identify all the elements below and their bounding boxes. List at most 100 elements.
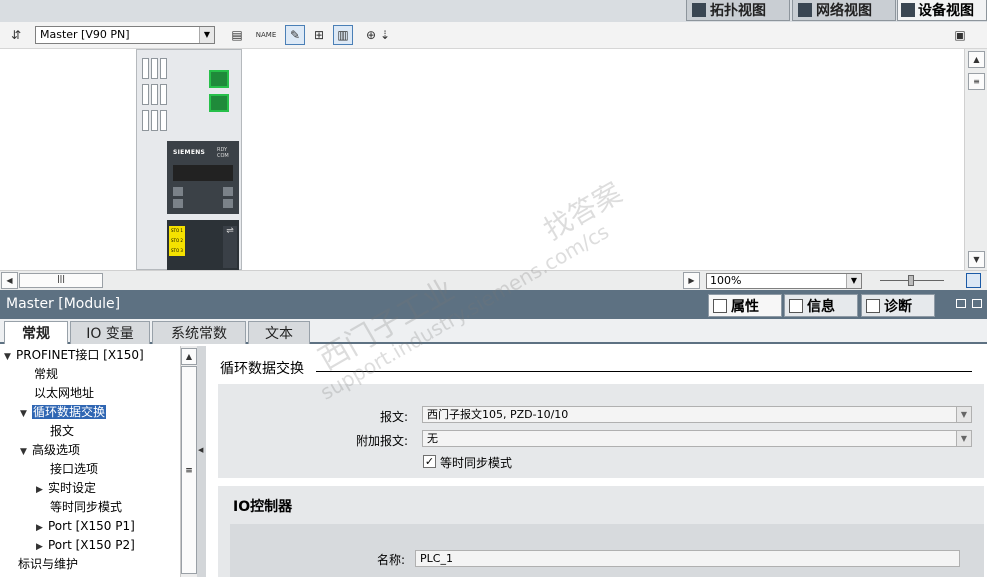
tree-node-isochronous-mode[interactable]: 等时同步模式 xyxy=(50,498,122,517)
drive-module[interactable]: SIEMENS RDY COM STO 1 STO 2 STO 3 ⇌ xyxy=(136,49,242,270)
tree-scrollbar[interactable]: ▲ ≡ xyxy=(180,346,197,577)
device-select[interactable]: Master [V90 PN] ▼ xyxy=(35,26,215,44)
vent-slot xyxy=(160,110,167,131)
chevron-down-icon[interactable]: ▼ xyxy=(956,407,971,422)
sto-label: STO 3 xyxy=(171,248,183,253)
controller-name-value: PLC_1 xyxy=(420,552,453,565)
pen-icon[interactable]: ✎ xyxy=(285,25,305,45)
property-navigation-tree: ▼ PROFINET接口 [X150] 常规 以太网地址 ▼ 循环数据交换 报文 ▼… xyxy=(0,346,180,577)
tab-topology-view[interactable]: 拓扑视图 xyxy=(686,0,790,21)
tree-node-profinet-interface[interactable]: ▼ PROFINET接口 [X150] xyxy=(4,346,144,365)
cyclic-settings-group: 报文: 西门子报文105, PZD-10/10 ▼ 附加报文: 无 ▼ ✓ 等时… xyxy=(218,384,984,478)
tab-label: 拓扑视图 xyxy=(710,3,766,19)
extra-telegram-label: 附加报文: xyxy=(355,434,408,448)
panel-button xyxy=(223,199,233,208)
telegram-label: 报文: xyxy=(379,410,408,424)
expand-toggle-icon[interactable]: ▼ xyxy=(4,348,16,367)
device-select-value: Master [V90 PN] xyxy=(40,28,130,41)
control-panel: SIEMENS RDY COM xyxy=(167,141,239,214)
properties-icon xyxy=(713,298,727,313)
overview-icon[interactable]: ▣ xyxy=(950,25,970,45)
profinet-port-p1[interactable] xyxy=(209,70,229,88)
isochronous-checkbox[interactable]: ✓ xyxy=(423,455,436,468)
grid-icon[interactable]: ⊞ xyxy=(309,25,329,45)
tree-node-label: 等时同步模式 xyxy=(50,500,123,514)
name-tag-icon[interactable]: NAME xyxy=(256,25,277,45)
vent-slot xyxy=(151,84,158,105)
tree-node-telegram[interactable]: 报文 xyxy=(50,422,74,441)
controller-name-field: PLC_1 xyxy=(415,550,960,567)
tree-node-port-p1[interactable]: ▶ Port [X150 P1] xyxy=(36,517,135,536)
status-leds: RDY COM xyxy=(217,147,229,159)
scroll-left-icon[interactable]: ◀ xyxy=(1,272,18,289)
scroll-up-icon[interactable]: ▲ xyxy=(181,348,197,365)
tree-node-realtime-settings[interactable]: ▶ 实时设定 xyxy=(36,479,96,498)
subtab-texts[interactable]: 文本 xyxy=(248,321,310,344)
name-label: 名称: xyxy=(376,553,405,567)
scroll-thumb[interactable]: ≡ xyxy=(181,366,197,574)
tree-node-label: 以太网地址 xyxy=(34,386,95,400)
diagnostics-icon xyxy=(866,298,880,313)
tree-node-general[interactable]: 常规 xyxy=(34,365,58,384)
tree-node-advanced-options[interactable]: ▼ 高级选项 xyxy=(20,441,80,460)
io-connector-panel: STO 1 STO 2 STO 3 ⇌ xyxy=(167,220,239,270)
table-view-icon[interactable]: ▤ xyxy=(227,25,247,45)
columns-icon[interactable]: ▥ xyxy=(333,25,353,45)
vent-slot xyxy=(142,84,149,105)
canvas-horizontal-scrollbar[interactable]: ◀ ||| ▶ 100% ▼ xyxy=(0,270,987,290)
download-icon[interactable]: ⇣ xyxy=(378,25,392,45)
inspector-header: Master [Module] 属性 信息 诊断 xyxy=(0,290,987,319)
profinet-port-p2[interactable] xyxy=(209,94,229,112)
telegram-value: 西门子报文105, PZD-10/10 xyxy=(427,408,569,421)
tab-info[interactable]: 信息 xyxy=(784,294,858,317)
vent-slot xyxy=(160,84,167,105)
expand-toggle-icon[interactable]: ▼ xyxy=(20,443,32,462)
tree-node-ethernet-address[interactable]: 以太网地址 xyxy=(34,384,94,403)
scroll-thumb[interactable]: ≡ xyxy=(968,73,985,90)
zoom-select[interactable]: 100% ▼ xyxy=(706,273,862,289)
zoom-slider-handle[interactable] xyxy=(908,275,914,286)
chevron-down-icon[interactable]: ▼ xyxy=(199,27,214,43)
tab-device-view[interactable]: 设备视图 xyxy=(897,0,987,21)
scroll-right-icon[interactable]: ▶ xyxy=(683,272,700,289)
chevron-down-icon[interactable]: ▼ xyxy=(846,274,861,288)
io-controller-fields: 名称: PLC_1 xyxy=(230,524,984,577)
subtab-io-tags[interactable]: IO 变量 xyxy=(70,321,150,344)
tab-properties[interactable]: 属性 xyxy=(708,294,782,317)
subtab-system-constants[interactable]: 系统常数 xyxy=(152,321,246,344)
network-devices-icon[interactable]: ⇵ xyxy=(6,25,26,45)
extra-telegram-value: 无 xyxy=(427,432,438,445)
scroll-down-icon[interactable]: ▼ xyxy=(968,251,985,268)
expand-toggle-icon[interactable]: ▼ xyxy=(20,405,32,424)
tab-diagnostics[interactable]: 诊断 xyxy=(861,294,935,317)
panel-button xyxy=(173,199,183,208)
tab-label: 网络视图 xyxy=(816,3,872,19)
canvas-vertical-scrollbar[interactable]: ▲ ≡ ▼ xyxy=(964,49,987,270)
sto-terminal: STO 1 STO 2 STO 3 xyxy=(169,226,185,256)
restore-icon[interactable] xyxy=(956,299,966,308)
device-icon xyxy=(901,3,915,17)
tree-node-interface-options[interactable]: 接口选项 xyxy=(50,460,98,479)
extra-telegram-select[interactable]: 无 ▼ xyxy=(422,430,972,447)
tree-node-cyclic-data-exchange[interactable]: ▼ 循环数据交换 xyxy=(20,403,107,424)
chevron-down-icon[interactable]: ▼ xyxy=(956,431,971,446)
layout-icon[interactable] xyxy=(972,299,982,308)
telegram-select[interactable]: 西门子报文105, PZD-10/10 ▼ xyxy=(422,406,972,423)
panel-splitter[interactable]: ◀ xyxy=(197,346,206,577)
subtab-label: IO 变量 xyxy=(86,326,134,342)
tree-node-label: Port [X150 P2] xyxy=(48,538,135,552)
vent-slot xyxy=(142,110,149,131)
subtab-general[interactable]: 常规 xyxy=(4,321,68,344)
device-canvas[interactable]: SIEMENS RDY COM STO 1 STO 2 STO 3 ⇌ xyxy=(0,49,964,270)
tab-network-view[interactable]: 网络视图 xyxy=(792,0,896,21)
scroll-thumb[interactable]: ||| xyxy=(19,273,103,288)
tree-node-label: Port [X150 P1] xyxy=(48,519,135,533)
tree-node-label: 标识与维护 xyxy=(18,557,79,571)
tree-node-identification-maintenance[interactable]: 标识与维护 xyxy=(18,555,78,574)
fit-view-icon[interactable] xyxy=(966,273,981,288)
tree-node-port-p2[interactable]: ▶ Port [X150 P2] xyxy=(36,536,135,555)
expand-toggle-icon[interactable]: ▶ xyxy=(36,481,48,500)
scroll-up-icon[interactable]: ▲ xyxy=(968,51,985,68)
section-title-cyclic: 循环数据交换 xyxy=(220,361,304,377)
collapse-left-icon[interactable]: ◀ xyxy=(198,446,203,454)
